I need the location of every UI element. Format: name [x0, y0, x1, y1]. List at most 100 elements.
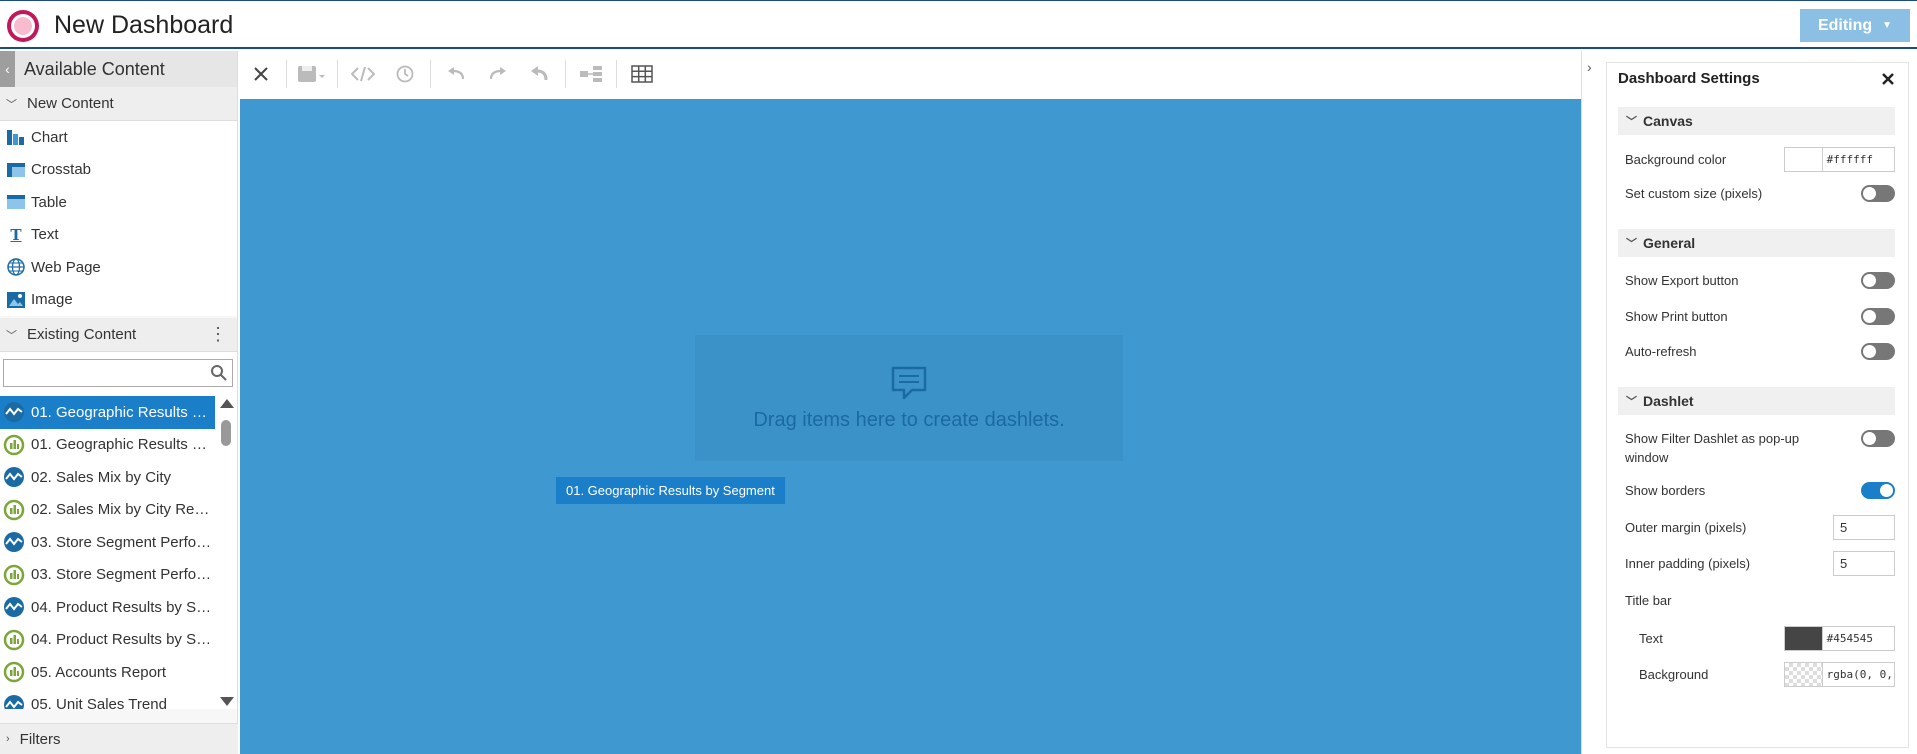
search-icon[interactable] [210, 364, 228, 382]
outer-margin-input[interactable]: 5 [1833, 515, 1895, 540]
adhoc-view-icon [4, 402, 24, 423]
undo-all-button[interactable] [519, 54, 561, 94]
inner-padding-input[interactable]: 5 [1833, 551, 1895, 576]
filter-popup-toggle[interactable] [1861, 430, 1895, 447]
dashlet-section-label: Dashlet [1643, 393, 1694, 409]
new-content-text-label: Text [31, 226, 59, 244]
show-print-toggle[interactable] [1861, 308, 1895, 325]
scroll-down-icon[interactable] [220, 697, 234, 706]
existing-content-header[interactable]: ﹀ Existing Content ⋮ [0, 318, 237, 352]
new-content-table[interactable]: Table [0, 186, 237, 219]
title-text-color-field[interactable]: #454545 [1784, 626, 1895, 651]
auto-refresh-toggle[interactable] [1861, 343, 1895, 360]
title-background-swatch[interactable] [1785, 663, 1823, 686]
list-item[interactable]: 05. Unit Sales Trend [0, 689, 215, 709]
drop-hint-text: Drag items here to create dashlets. [753, 408, 1065, 431]
close-icon[interactable] [1880, 71, 1896, 87]
new-content-chart[interactable]: Chart [0, 121, 237, 154]
undo-all-icon [531, 66, 548, 81]
redo-icon [489, 67, 506, 80]
new-content-image[interactable]: Image [0, 283, 237, 316]
title-text-swatch[interactable] [1785, 627, 1823, 650]
grid-toggle-button[interactable] [621, 54, 663, 94]
more-options-icon[interactable]: ⋮ [209, 324, 227, 345]
new-content-crosstab[interactable]: Crosstab [0, 153, 237, 186]
new-content-web-page[interactable]: Web Page [0, 251, 237, 284]
list-item[interactable]: 01. Geographic Results by Segment Report [0, 429, 215, 462]
list-item[interactable]: 04. Product Results by Store Type [0, 591, 215, 624]
auto-refresh-label: Auto-refresh [1625, 344, 1697, 359]
list-item-label: 02. Sales Mix by City [31, 468, 172, 486]
globe-icon [6, 257, 26, 277]
collapse-left-panel-icon[interactable]: ‹ [0, 51, 15, 87]
show-export-toggle[interactable] [1861, 272, 1895, 289]
crosstab-icon [6, 160, 26, 180]
canvas-section-header[interactable]: ﹀ Canvas [1618, 107, 1895, 135]
general-section-header[interactable]: ﹀ General [1618, 229, 1895, 257]
table-icon [6, 192, 26, 212]
properties-button[interactable] [570, 54, 612, 94]
list-item[interactable]: 05. Accounts Report [0, 656, 215, 689]
list-item[interactable]: 02. Sales Mix by City [0, 461, 215, 494]
save-button[interactable] [291, 54, 333, 94]
list-item-label: 03. Store Segment Performance Report [31, 566, 214, 584]
settings-panel-toggle[interactable]: › [1581, 51, 1606, 754]
scroll-thumb[interactable] [221, 420, 231, 446]
close-designer-button[interactable] [240, 54, 282, 94]
editing-button[interactable]: Editing ▼ [1800, 9, 1910, 42]
grid-icon [631, 65, 653, 83]
redo-button[interactable] [477, 54, 519, 94]
dashlet-section-header[interactable]: ﹀ Dashlet [1618, 387, 1895, 415]
title-background-value[interactable]: rgba(0, 0, 0, 0) [1823, 663, 1894, 686]
background-color-row: Background color #ffffff [1625, 147, 1895, 173]
filter-popup-row: Show Filter Dashlet as pop-up window [1625, 429, 1895, 467]
show-borders-toggle[interactable] [1861, 482, 1895, 499]
title-text-color-value[interactable]: #454545 [1823, 627, 1894, 650]
dashboard-canvas[interactable]: Drag items here to create dashlets. 01. … [240, 99, 1581, 754]
filters-header[interactable]: › Filters [0, 723, 238, 754]
toolbar-divider [430, 60, 431, 88]
undo-button[interactable] [435, 54, 477, 94]
new-content-text[interactable]: T Text [0, 218, 237, 251]
list-item[interactable]: 04. Product Results by Store Type Report [0, 624, 215, 657]
title-background-field[interactable]: rgba(0, 0, 0, 0) [1784, 662, 1895, 687]
chevron-right-icon: › [1587, 59, 1592, 75]
clock-icon [396, 65, 414, 83]
new-content-header[interactable]: ﹀ New Content [0, 87, 237, 121]
inner-padding-label: Inner padding (pixels) [1625, 556, 1751, 571]
auto-refresh-button[interactable] [384, 54, 426, 94]
background-color-swatch[interactable] [1785, 148, 1823, 171]
list-item[interactable]: 01. Geographic Results by Segment [0, 396, 215, 429]
settings-title: Dashboard Settings [1618, 70, 1760, 87]
list-item[interactable]: 03. Store Segment Performance [0, 526, 215, 559]
show-borders-row: Show borders [1625, 482, 1895, 500]
title-bar-row: Title bar [1625, 592, 1895, 610]
save-icon [298, 66, 325, 82]
caret-down-icon: ▼ [1882, 20, 1893, 31]
list-item[interactable]: 02. Sales Mix by City Report [0, 494, 215, 527]
existing-content-list: 01. Geographic Results by Segment 01. Ge… [0, 396, 237, 709]
parameters-button[interactable] [342, 54, 384, 94]
dragged-item-chip[interactable]: 01. Geographic Results by Segment [556, 477, 785, 504]
chevron-down-icon: ﹀ [1626, 116, 1637, 128]
dashboard-settings-panel: Dashboard Settings ﹀ Canvas Background c… [1606, 62, 1909, 748]
designer-toolbar [240, 51, 1580, 97]
chevron-down-icon: ﹀ [1626, 396, 1637, 408]
custom-size-toggle[interactable] [1861, 185, 1895, 202]
list-item-label: 05. Accounts Report [31, 663, 167, 681]
text-icon: T [10, 225, 22, 244]
list-item[interactable]: 03. Store Segment Performance Report [0, 559, 215, 592]
background-color-field[interactable]: #ffffff [1784, 147, 1895, 172]
background-color-value[interactable]: #ffffff [1823, 148, 1894, 171]
custom-size-row: Set custom size (pixels) [1625, 185, 1895, 203]
list-scrollbar[interactable] [218, 396, 234, 709]
scroll-up-icon[interactable] [220, 399, 234, 408]
search-input[interactable] [4, 360, 204, 386]
filters-label: Filters [19, 730, 61, 748]
existing-content-label: Existing Content [27, 326, 137, 343]
title-text-label: Text [1639, 631, 1663, 646]
editing-label: Editing [1817, 16, 1873, 34]
report-icon [3, 662, 25, 683]
custom-size-label: Set custom size (pixels) [1625, 186, 1763, 201]
filter-popup-label: Show Filter Dashlet as pop-up window [1625, 431, 1800, 465]
